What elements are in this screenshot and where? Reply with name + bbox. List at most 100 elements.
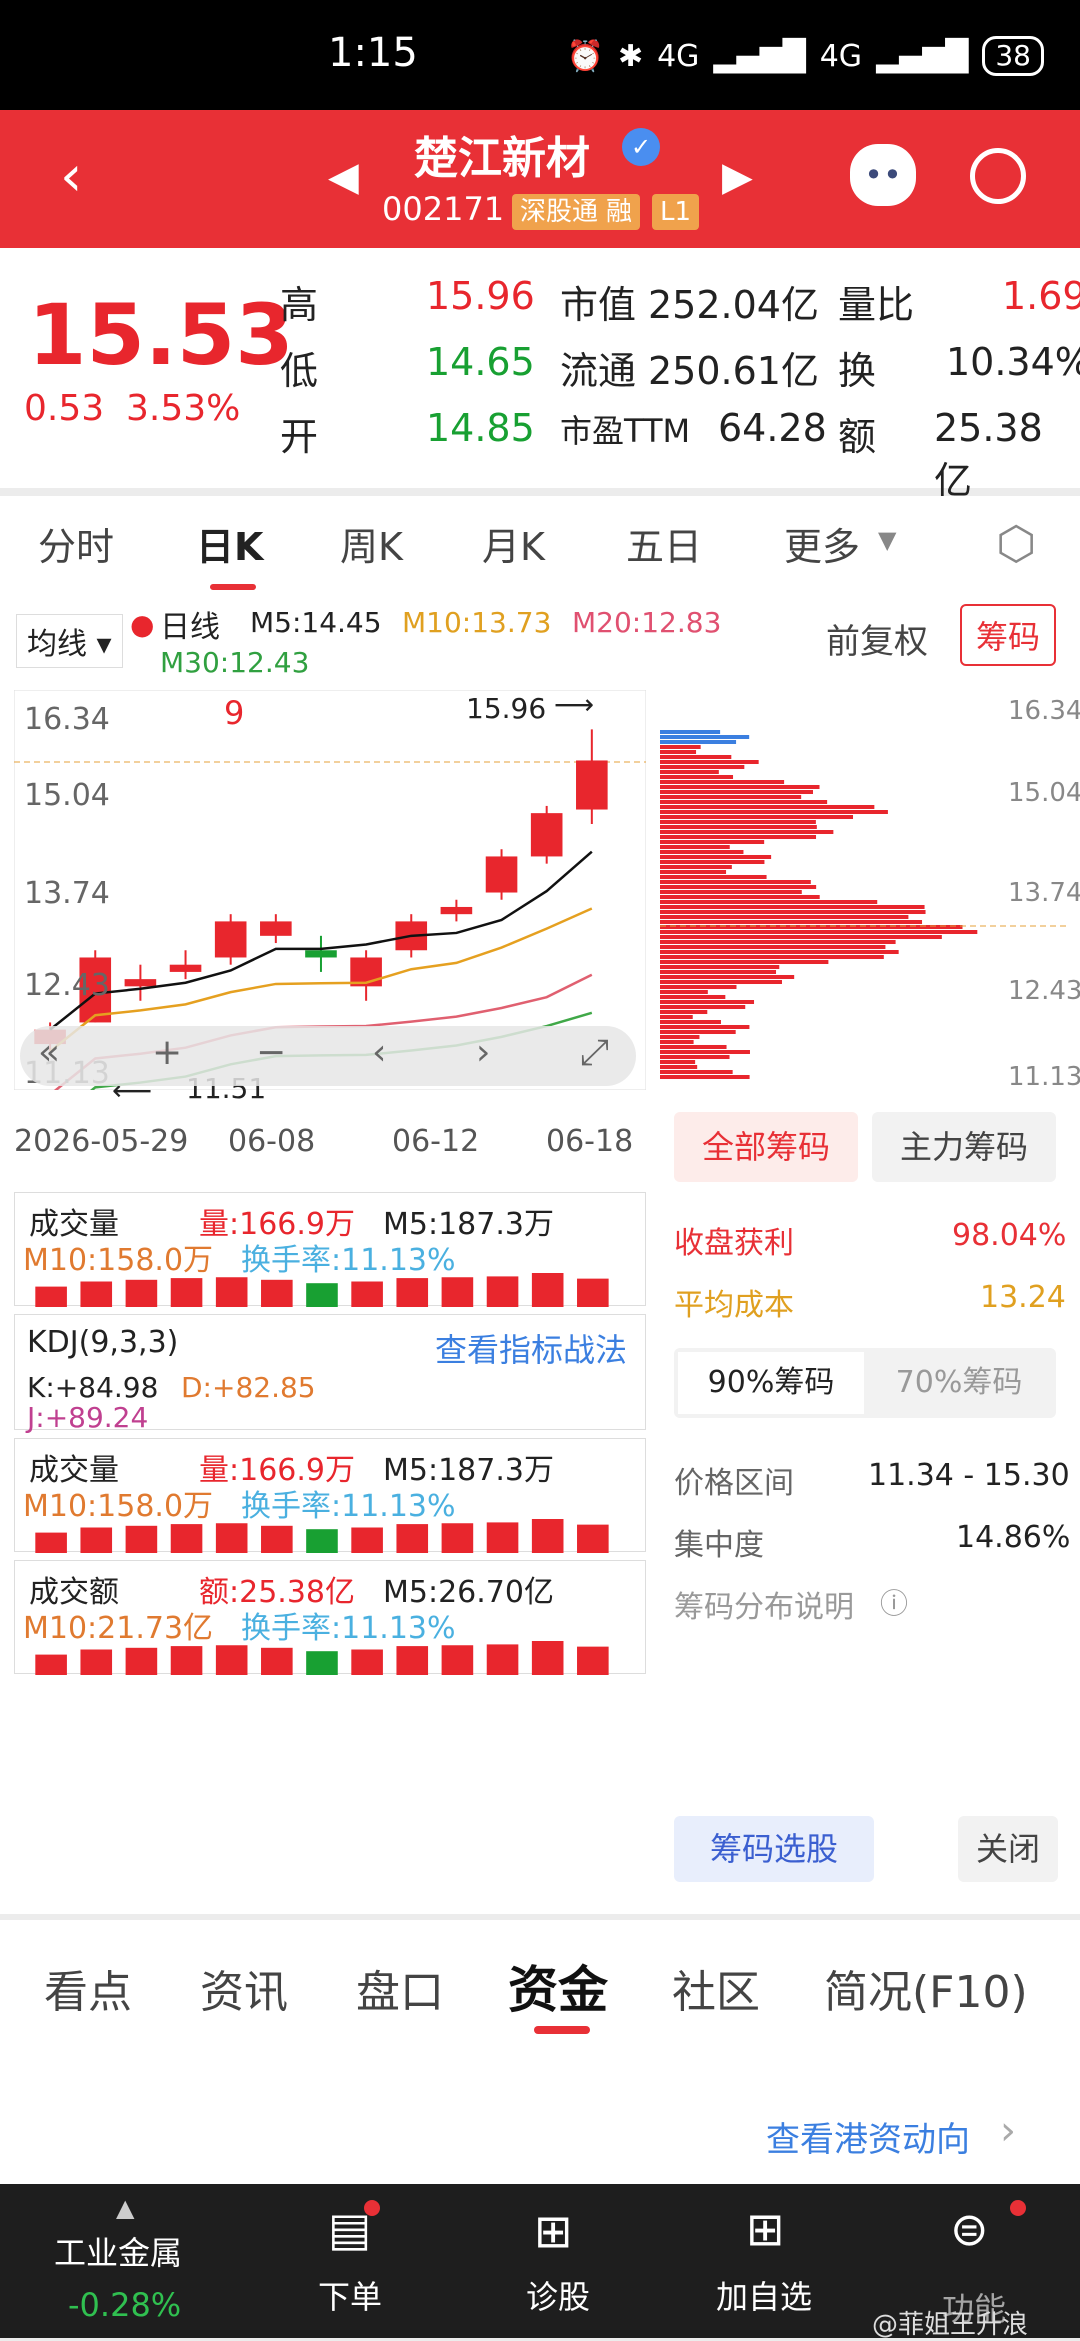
candle-body bbox=[485, 856, 518, 893]
fq-selector[interactable]: 前复权 bbox=[826, 614, 928, 663]
close-chip-button[interactable]: 关闭 bbox=[958, 1816, 1058, 1882]
fullscreen-icon[interactable]: ⤢ bbox=[580, 1032, 609, 1074]
ytick-4: 12.43 bbox=[24, 968, 110, 1003]
tab-community[interactable]: 社区 bbox=[672, 1956, 760, 2020]
more-dropdown-icon: ▼ bbox=[878, 526, 897, 554]
hk-flow-section: 查看港资动向 › bbox=[0, 2040, 1080, 2184]
chip-bar bbox=[660, 760, 759, 764]
volume-bar bbox=[441, 1645, 474, 1675]
chip-bar bbox=[660, 940, 896, 944]
net2-label: 4G bbox=[819, 38, 863, 74]
back-icon[interactable]: ‹ bbox=[60, 144, 82, 209]
scroll-left-icon[interactable]: ‹ bbox=[372, 1032, 386, 1073]
tab-monthly-k[interactable]: 月K bbox=[482, 516, 545, 571]
prev-stock-icon[interactable]: ◀ bbox=[328, 154, 359, 200]
turn-value: 10.34% bbox=[946, 340, 1080, 384]
chip-ytick-5: 11.13 bbox=[1008, 1062, 1080, 1092]
high-label: 高 bbox=[280, 283, 319, 327]
tab-main-chips[interactable]: 主力筹码 bbox=[872, 1112, 1056, 1182]
expand-up-icon[interactable]: ▲ bbox=[116, 2194, 134, 2222]
tab-daily-k[interactable]: 日K bbox=[196, 516, 263, 571]
menu-icon[interactable]: ⊜ bbox=[950, 2202, 989, 2256]
amount-panel[interactable]: 成交额 额:25.38亿 M5:26.70亿 M10:21.73亿 换手率:11… bbox=[14, 1560, 646, 1675]
settings-icon[interactable]: ⬡ bbox=[996, 516, 1036, 570]
chip-bar bbox=[660, 805, 875, 809]
vr-label: 量比 bbox=[838, 283, 915, 327]
tab-five-day[interactable]: 五日 bbox=[626, 516, 702, 571]
robot-assistant-icon[interactable]: •• bbox=[850, 144, 916, 206]
high-annotation: 15.96 bbox=[466, 692, 547, 725]
tab-f10[interactable]: 简况(F10) bbox=[824, 1956, 1028, 2020]
tab-more[interactable]: 更多 bbox=[784, 516, 860, 571]
tab-orderbook[interactable]: 盘口 bbox=[356, 1956, 444, 2020]
kdj-panel[interactable]: KDJ(9,3,3) 查看指标战法 K:+84.98 D:+82.85 J:+8… bbox=[14, 1314, 646, 1434]
ytick-2: 15.04 bbox=[24, 778, 110, 813]
volume-bar bbox=[215, 1523, 248, 1553]
fast-back-icon[interactable]: « bbox=[38, 1032, 60, 1073]
volume-bar bbox=[441, 1523, 474, 1553]
volume-bar bbox=[170, 1524, 203, 1553]
tab-weekly-k[interactable]: 周K bbox=[340, 516, 403, 571]
kdj-strategy-link[interactable]: 查看指标战法 bbox=[435, 1325, 627, 1371]
ma-selector[interactable]: 均线 ▾ bbox=[16, 614, 123, 668]
kdj-title[interactable]: KDJ(9,3,3) bbox=[27, 1325, 178, 1360]
tab-capital[interactable]: 资金 bbox=[508, 1950, 608, 2022]
search-icon[interactable] bbox=[970, 148, 1026, 204]
volume-bar bbox=[396, 1524, 429, 1553]
ma10-label: M10:13.73 bbox=[402, 606, 552, 639]
chip-select-button[interactable]: 筹码选股 bbox=[674, 1816, 874, 1882]
nav-order[interactable]: 下单 bbox=[318, 2272, 382, 2318]
sector-name[interactable]: 工业金属 bbox=[54, 2228, 182, 2274]
nav-add-watch[interactable]: 加自选 bbox=[716, 2272, 812, 2318]
chip-bar bbox=[660, 930, 978, 934]
add-watchlist-icon[interactable]: ⊞ bbox=[746, 2202, 785, 2256]
volume-bar bbox=[441, 1277, 474, 1307]
high-arrow-icon: ⟶ bbox=[554, 688, 595, 721]
diagnose-icon[interactable]: ⊞ bbox=[534, 2204, 573, 2258]
bluetooth-icon: ✱ bbox=[617, 38, 644, 74]
chip-bar bbox=[660, 905, 925, 909]
seg-90[interactable]: 90%筹码 bbox=[678, 1352, 864, 1414]
chip-bar bbox=[660, 1000, 755, 1004]
volume-bar bbox=[577, 1524, 609, 1553]
zoom-out-icon[interactable]: − bbox=[256, 1032, 286, 1073]
volume-panel-1[interactable]: 成交量 量:166.9万 M5:187.3万 M10:158.0万 换手率:11… bbox=[14, 1192, 646, 1307]
tab-news[interactable]: 资讯 bbox=[200, 1956, 288, 2020]
tab-highlights[interactable]: 看点 bbox=[44, 1956, 132, 2020]
scroll-right-icon[interactable]: › bbox=[476, 1032, 490, 1073]
next-stock-icon[interactable]: ▶ bbox=[722, 154, 753, 200]
volume-bar bbox=[35, 1286, 67, 1307]
chip-bar bbox=[660, 1010, 708, 1014]
volume-panel-2[interactable]: 成交量 量:166.9万 M5:187.3万 M10:158.0万 换手率:11… bbox=[14, 1438, 646, 1553]
chip-bar bbox=[660, 1005, 746, 1009]
chip-bar bbox=[660, 735, 750, 739]
volume-bar bbox=[531, 1273, 564, 1307]
watermark: @菲姐王升浪 bbox=[872, 2310, 1029, 2340]
chip-bar bbox=[660, 765, 745, 769]
chip-bar bbox=[660, 865, 732, 869]
chip-bar bbox=[660, 755, 732, 759]
chip-bar bbox=[660, 790, 814, 794]
stock-code: 002171 bbox=[382, 190, 505, 228]
chip-bar bbox=[660, 1060, 696, 1064]
tab-intraday[interactable]: 分时 bbox=[38, 516, 114, 571]
chip-bar bbox=[660, 935, 942, 939]
volume-bar bbox=[35, 1654, 67, 1675]
amt-value: 25.38亿 bbox=[934, 406, 1043, 503]
info-tabs: 看点 资讯 盘口 资金 社区 简况(F10) bbox=[0, 1920, 1080, 2040]
nav-diagnose[interactable]: 诊股 bbox=[526, 2272, 590, 2318]
chip-ytick-1: 16.34 bbox=[1008, 696, 1080, 726]
chip-bar bbox=[660, 955, 884, 959]
chip-bar bbox=[660, 990, 708, 994]
chip-bar bbox=[660, 1075, 750, 1079]
tab-all-chips[interactable]: 全部筹码 bbox=[674, 1112, 858, 1182]
chip-bar bbox=[660, 915, 909, 919]
seg-70[interactable]: 70%筹码 bbox=[866, 1352, 1052, 1414]
chip-bar bbox=[660, 1065, 698, 1069]
zoom-in-icon[interactable]: + bbox=[152, 1032, 182, 1073]
hk-flow-link[interactable]: 查看港资动向 bbox=[766, 2112, 970, 2161]
chip-help-link[interactable]: 筹码分布说明 bbox=[674, 1582, 854, 1626]
price-change-pct: 3.53% bbox=[126, 388, 241, 429]
help-icon[interactable]: ⓘ bbox=[880, 1582, 908, 1622]
chip-toggle-button[interactable]: 筹码 bbox=[960, 604, 1057, 666]
